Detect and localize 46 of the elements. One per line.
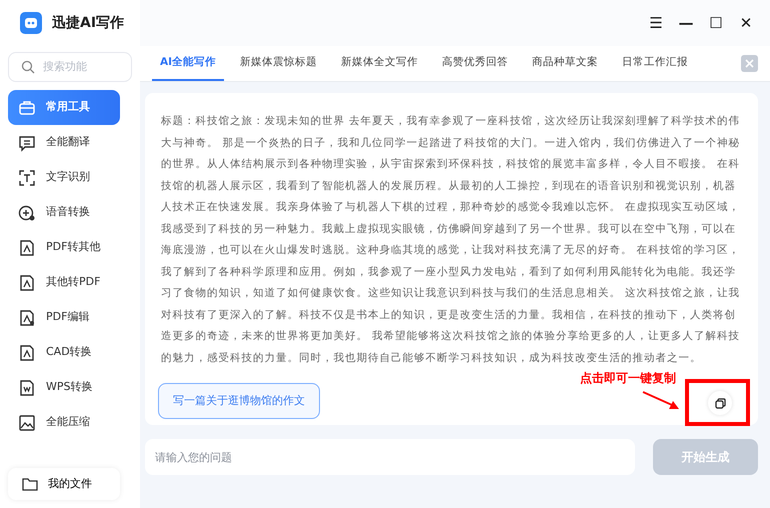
highlight-box <box>685 379 750 426</box>
document-edit-icon <box>18 308 36 326</box>
sidebar-item[interactable]: 其他转PDF <box>8 265 120 300</box>
sidebar-item[interactable]: 文字识别 <box>8 160 120 195</box>
search-icon <box>21 60 35 74</box>
tab[interactable]: 日常工作汇报 <box>614 46 696 81</box>
tab[interactable]: AI全能写作 <box>152 46 224 81</box>
search-field[interactable]: 搜索功能 <box>8 52 132 82</box>
minimize-button[interactable]: — <box>678 16 694 30</box>
document-icon <box>18 238 36 256</box>
document-icon <box>18 344 36 362</box>
document-icon <box>18 274 36 292</box>
sidebar-item[interactable]: 全能压缩 <box>8 405 120 440</box>
sidebar-item[interactable]: PDF转其他 <box>8 230 120 265</box>
tab[interactable]: 高赞优秀回答 <box>434 46 516 81</box>
my-files-button[interactable]: 我的文件 <box>8 468 120 500</box>
image-compress-icon <box>18 414 36 432</box>
app-logo-icon <box>20 12 42 34</box>
maximize-button[interactable]: ☐ <box>708 16 724 30</box>
text-scan-icon <box>18 168 36 186</box>
sidebar-item[interactable]: PDF编辑 <box>8 300 120 335</box>
sidebar-item[interactable]: 语音转换 <box>8 195 120 230</box>
app-title: 迅捷AI写作 <box>52 14 124 32</box>
document-icon <box>18 378 36 396</box>
sidebar-item[interactable]: 全能翻译 <box>8 125 120 160</box>
tab[interactable]: 商品种草文案 <box>524 46 606 81</box>
sidebar-item[interactable]: 常用工具 <box>8 90 120 125</box>
close-icon <box>745 59 754 68</box>
essay-text: 标题：科技馆之旅：发现未知的世界 去年夏天，我有幸参观了一座科技馆，这次经历让我深刻理解了科学技术的伟大与神奇。 那是一个炎热的日子，我和几位同学一起踏进了科技馆的大门。一进入馆内，我们仿佛进入了一个神秘的世界。从人体结构展示到各种物理实验，从宇宙探索到环保科技，科技馆的展览丰富多样，令人目不暇接。 在科技馆的机器人展示区，我看到了智能机器人的发展历程。从最初的人工操控，到现在的语音识别和视觉识别，机器人技术正在快速发展。我亲身体验了与机器人下棋的过程，那种奇妙的感觉令我难以忘怀。 在虚拟现实互动区域，我感受到了科技的另一种魅力。我戴上虚拟现实眼镜，仿佛瞬间穿越到了另一个世界。我可以在空中飞翔，可以在海底漫游，也可以在火山爆发时逃脱。这种身临其境的感觉，让我对科技充满了无尽的好奇。 在科技馆的学习区，我了解到了各种科学原理和应用。例如，我参观了一座小型风力发电站，看到了如何利用风能转化为电能。我还学习了食物的知识，知道了如何健康饮食。这些知识让我意识到科技与我们的生活息息相关。 这次科技馆之旅，让我对科技有了更深入的了解。科技不仅是书本上的知识，更是改变生活的力量。我相信，在科技的推动下，人类将创造更多的奇迹，未来的世界将更加美好。 我希望能够将这次科技馆之旅的体验分享给更多的人，让更多人了解科技的魅力，感受科技的力量。同时，我也期待自己能够不断学习科技知识，成为科技改变生活的推动者之一。 <box>161 114 741 366</box>
close-button[interactable]: ✕ <box>738 16 754 30</box>
folder-icon <box>22 477 38 491</box>
copy-button[interactable] <box>708 391 732 415</box>
chat-translate-icon <box>18 134 36 152</box>
annotation-arrow <box>642 391 679 409</box>
tab[interactable]: 新媒体震惊标题 <box>232 46 326 81</box>
annotation-text: 点击即可一键复制 <box>580 370 676 387</box>
menu-button[interactable]: ☰ <box>648 16 664 30</box>
sidebar-item[interactable]: WPS转换 <box>8 370 120 405</box>
toolbox-icon <box>18 98 36 116</box>
prompt-suggestion[interactable]: 写一篇关于逛博物馆的作文 <box>158 383 320 419</box>
tab[interactable]: 新媒体全文写作 <box>333 46 426 81</box>
copy-icon <box>714 398 726 408</box>
search-input[interactable]: 搜索功能 <box>41 58 111 76</box>
sidebar-item[interactable]: CAD转换 <box>8 335 120 370</box>
question-input[interactable]: 请输入您的问题 <box>145 439 635 475</box>
voice-convert-icon <box>18 204 36 222</box>
